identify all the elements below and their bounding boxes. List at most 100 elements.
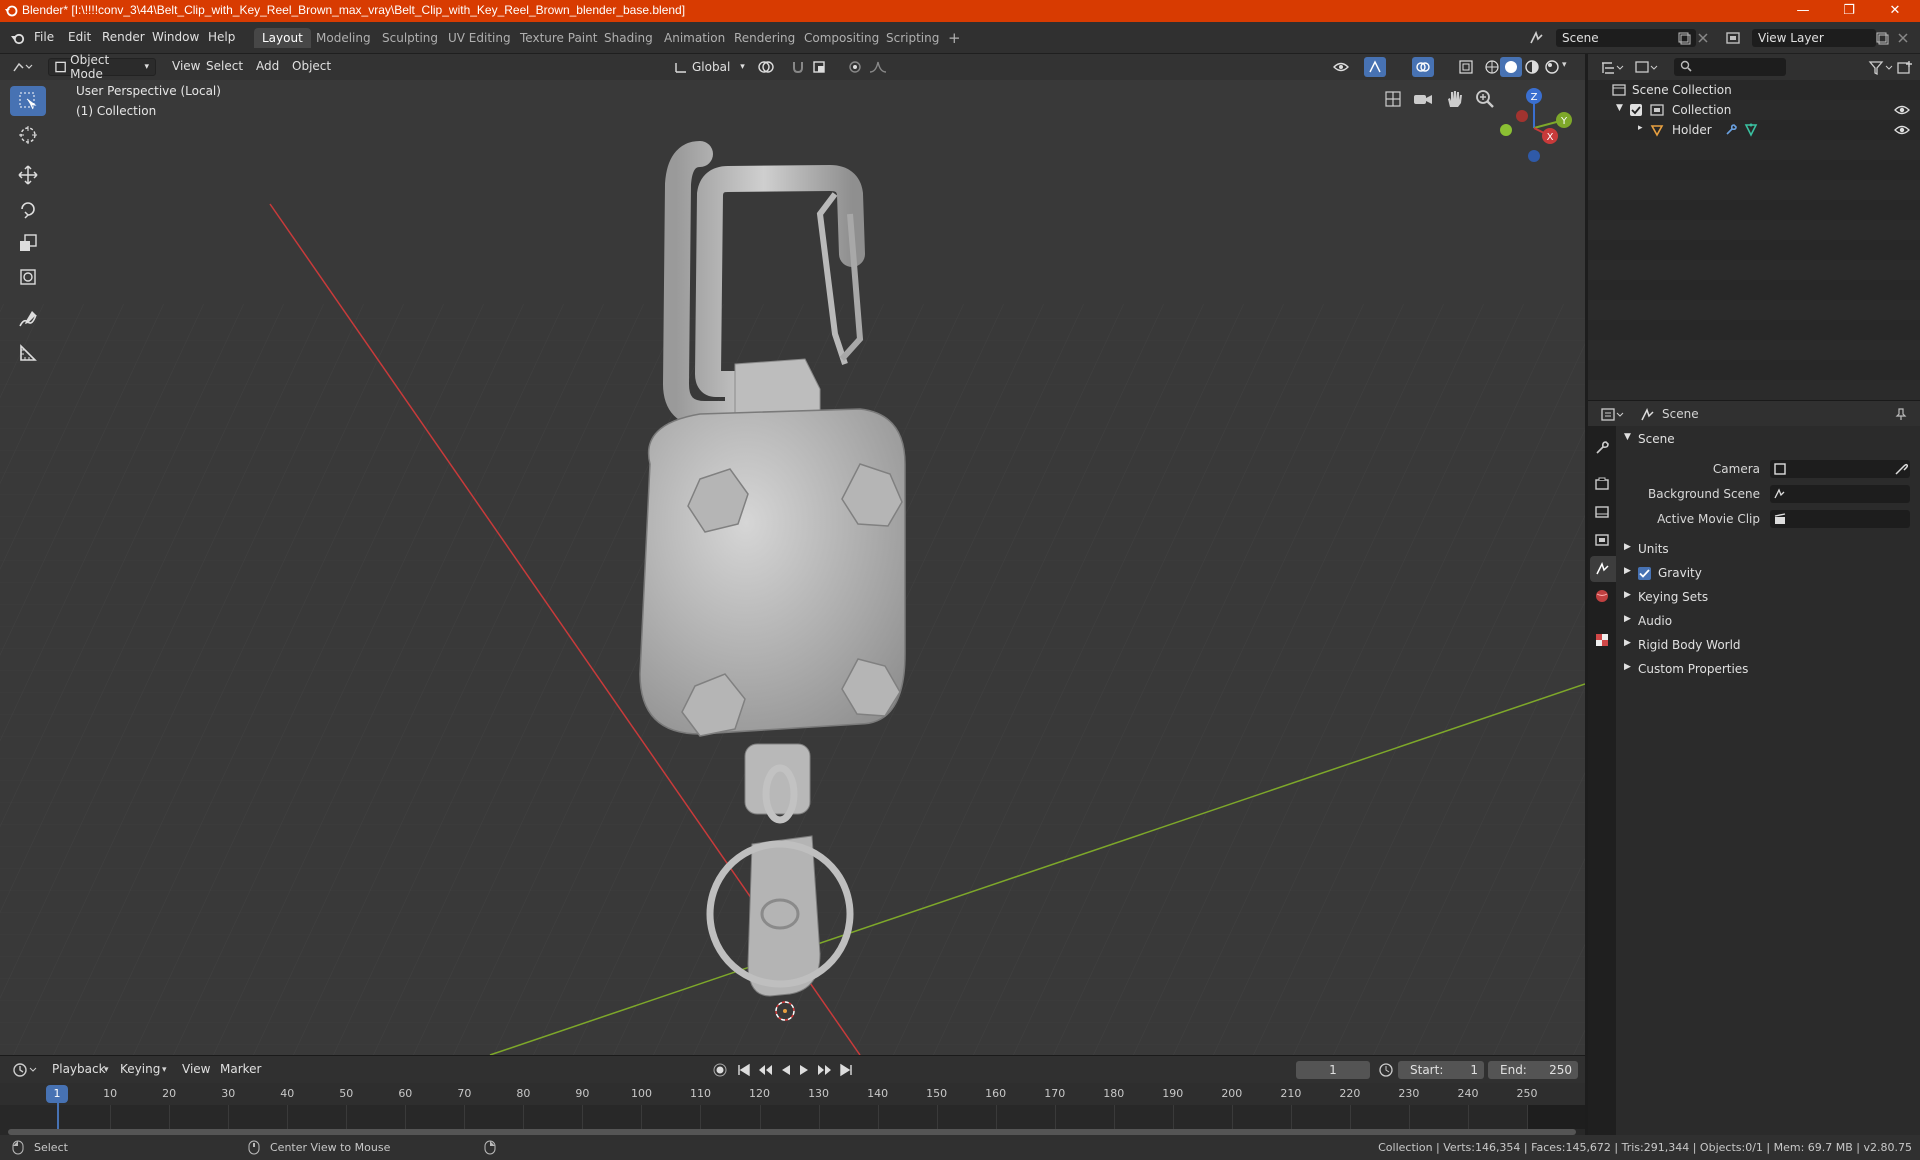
menu-timeline-view[interactable]: View (176, 1061, 216, 1079)
units-panel-header[interactable]: ▶ Units (1620, 538, 1916, 560)
wireframe-shading-icon[interactable] (1484, 59, 1500, 75)
gravity-panel-header[interactable]: ▶ Gravity (1620, 562, 1916, 584)
cursor-tool[interactable] (10, 120, 46, 150)
custom-properties-panel-header[interactable]: ▶ Custom Properties (1620, 658, 1916, 680)
tab-uv-editing[interactable]: UV Editing (440, 28, 519, 48)
maximize-button[interactable]: ❐ (1826, 0, 1872, 22)
gizmo-neg-y[interactable] (1500, 124, 1512, 136)
tab-shading[interactable]: Shading (596, 28, 661, 48)
pan-view-icon[interactable] (1443, 88, 1465, 110)
snap-target-icon[interactable] (812, 59, 840, 75)
solid-shading-button[interactable] (1500, 57, 1522, 77)
jump-keyframe-back-icon[interactable] (756, 1062, 774, 1078)
proportional-edit-icon[interactable] (848, 59, 862, 75)
jump-end-icon[interactable] (838, 1062, 854, 1078)
visibility-selectability-icon[interactable] (1332, 58, 1360, 76)
move-tool[interactable] (10, 160, 46, 190)
keying-sets-panel-header[interactable]: ▶ Keying Sets (1620, 586, 1916, 608)
xray-icon[interactable] (1458, 59, 1474, 75)
menu-edit[interactable]: Edit (68, 30, 91, 44)
object-mode-dropdown[interactable]: Object Mode ▾ (48, 53, 156, 81)
new-scene-icon[interactable] (1676, 30, 1692, 46)
tab-compositing[interactable]: Compositing (796, 28, 887, 48)
tab-animation[interactable]: Animation (656, 28, 733, 48)
jump-keyframe-forward-icon[interactable] (816, 1062, 834, 1078)
new-view-layer-icon[interactable] (1874, 30, 1890, 46)
add-workspace-button[interactable]: + (940, 26, 969, 47)
menu-window[interactable]: Window (152, 30, 199, 44)
outliner-search-input[interactable] (1674, 58, 1786, 76)
menu-help[interactable]: Help (208, 30, 235, 44)
render-tab-icon[interactable] (1594, 476, 1610, 492)
filter-icon[interactable] (1868, 60, 1894, 76)
current-frame-field[interactable]: 1 (1296, 1061, 1370, 1079)
expand-arrow-icon[interactable]: ▼ (1616, 103, 1623, 113)
timeline-area[interactable]: 1102030405060708090100110120130140150160… (0, 1083, 1585, 1135)
world-tab-icon[interactable] (1594, 588, 1610, 604)
background-scene-field[interactable] (1770, 485, 1910, 503)
delete-view-layer-icon[interactable] (1896, 31, 1910, 45)
overlays-toggle-button[interactable] (1412, 57, 1434, 77)
properties-editor-icon[interactable] (1600, 407, 1624, 423)
tab-rendering[interactable]: Rendering (726, 28, 803, 48)
eyedropper-icon[interactable] (1894, 462, 1908, 476)
scene-tab-active[interactable] (1590, 556, 1616, 582)
view-layer-icon[interactable] (1724, 29, 1748, 47)
play-reverse-icon[interactable] (778, 1062, 794, 1078)
outliner-row-scene-collection[interactable]: Scene Collection (1588, 80, 1920, 100)
pin-icon[interactable] (1894, 407, 1908, 421)
menu-add[interactable]: Add (250, 58, 285, 76)
jump-start-icon[interactable] (736, 1062, 752, 1078)
blender-menu-icon[interactable] (10, 31, 26, 45)
view-layer-tab-icon[interactable] (1594, 532, 1610, 548)
tool-tab-icon[interactable] (1594, 440, 1610, 456)
tab-texture-paint[interactable]: Texture Paint (512, 28, 605, 48)
outliner-row-holder[interactable]: ▸ Holder (1588, 120, 1920, 140)
gizmo-neg-x[interactable] (1516, 110, 1528, 122)
start-frame-field[interactable]: Start: 1 (1398, 1061, 1484, 1079)
scale-tool[interactable] (10, 228, 46, 258)
scene-name-field[interactable]: Scene (1556, 29, 1696, 47)
close-button[interactable]: ✕ (1872, 0, 1918, 22)
outliner-row-collection[interactable]: ▼ Collection (1588, 100, 1920, 120)
new-collection-icon[interactable] (1896, 60, 1914, 76)
modifier-wrench-icon[interactable] (1724, 123, 1738, 137)
play-icon[interactable] (796, 1062, 812, 1078)
tab-scripting[interactable]: Scripting (878, 28, 947, 48)
expand-arrow-icon[interactable]: ▸ (1638, 123, 1643, 133)
rendered-shading-icon[interactable] (1544, 59, 1560, 75)
viewport-scene[interactable] (0, 54, 1585, 1055)
shading-options-chevron-icon[interactable]: ▾ (1562, 60, 1567, 70)
rotate-tool[interactable] (10, 194, 46, 224)
scene-icon[interactable] (1528, 29, 1546, 47)
toggle-perspective-icon[interactable] (1382, 88, 1404, 110)
3d-viewport[interactable] (0, 54, 1585, 1055)
eye-icon[interactable] (1894, 104, 1910, 116)
tab-sculpting[interactable]: Sculpting (374, 28, 446, 48)
timeline-editor-icon[interactable] (12, 1062, 38, 1078)
minimize-button[interactable]: — (1780, 0, 1826, 22)
tab-layout[interactable]: Layout (254, 28, 311, 48)
frame-ruler[interactable]: 1102030405060708090100110120130140150160… (0, 1083, 1585, 1105)
navigation-gizmo[interactable]: Z Y X (1492, 84, 1574, 168)
menu-marker[interactable]: Marker (214, 1061, 267, 1079)
pivot-point-icon[interactable] (756, 59, 784, 75)
gravity-checkbox[interactable] (1638, 567, 1651, 580)
falloff-icon[interactable] (868, 59, 898, 75)
menu-file[interactable]: File (34, 30, 54, 44)
playhead-line[interactable] (57, 1103, 59, 1129)
texture-tab-icon[interactable] (1594, 632, 1610, 648)
gizmo-toggle-button[interactable] (1364, 57, 1386, 77)
rigid-body-world-panel-header[interactable]: ▶ Rigid Body World (1620, 634, 1916, 656)
playhead-frame-indicator[interactable]: 1 (46, 1085, 68, 1103)
camera-field[interactable] (1770, 460, 1910, 478)
menu-playback[interactable]: Playback (46, 1061, 112, 1079)
annotate-tool[interactable] (10, 304, 46, 334)
transform-orientation-dropdown[interactable]: Global ▾ (668, 58, 751, 76)
audio-panel-header[interactable]: ▶ Audio (1620, 610, 1916, 632)
select-box-tool[interactable] (10, 86, 46, 116)
transform-tool[interactable] (10, 262, 46, 292)
scene-panel-header[interactable]: ▼ Scene (1620, 428, 1916, 450)
active-movie-clip-field[interactable] (1770, 510, 1910, 528)
editor-type-icon[interactable] (12, 59, 34, 75)
